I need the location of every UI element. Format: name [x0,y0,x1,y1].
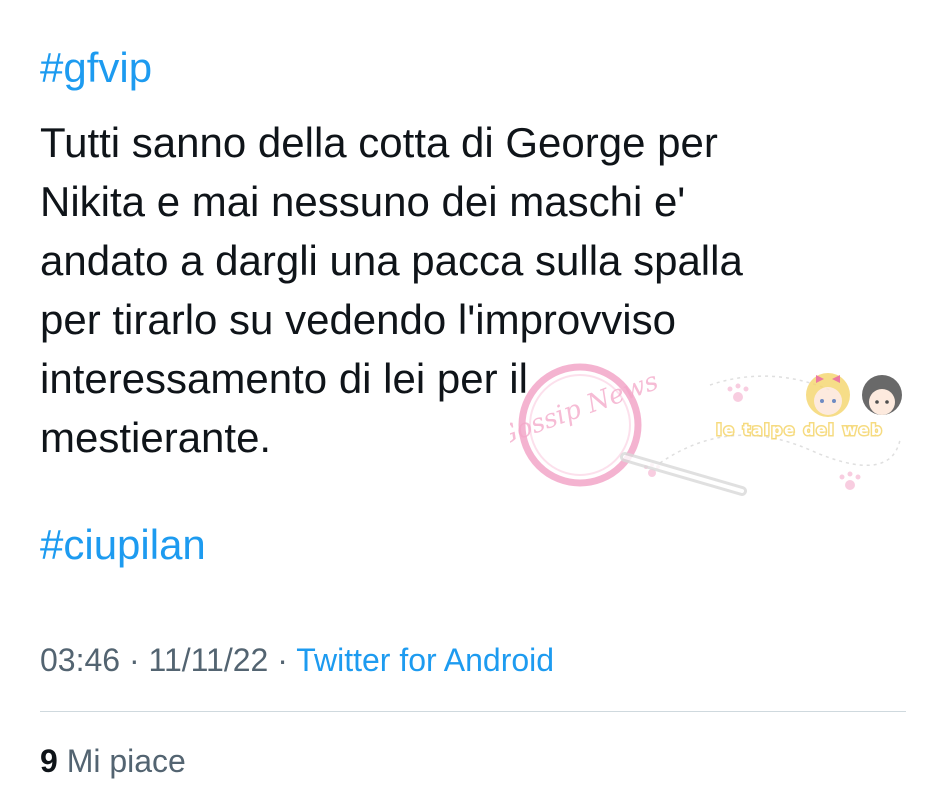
tweet-text: Tutti sanno della cotta di George per Ni… [40,113,920,467]
tweet-text-line: Tutti sanno della cotta di George per [40,119,718,166]
likes-label: Mi piace [66,743,186,779]
tweet-date[interactable]: 11/11/22 [149,642,269,678]
hashtag-gfvip-link[interactable]: #gfvip [40,44,152,92]
hashtag-ciupilan-link[interactable]: #ciupilan [40,521,206,569]
paw-print-icon [839,471,861,490]
likes-count: 9 [40,743,58,779]
tweet-text-line: per tirarlo su vedendo l'improvviso [40,296,676,343]
meta-separator: · [268,642,297,678]
likes-stat[interactable]: 9 Mi piace [40,739,186,783]
tweet-text-line: andato a dargli una pacca sulla spalla [40,237,743,284]
tweet-source-link[interactable]: Twitter for Android [296,642,554,678]
tweet-time[interactable]: 03:46 [40,642,120,678]
tweet-text-line: Nikita e mai nessuno dei maschi e' [40,178,686,225]
meta-separator: · [120,642,149,678]
tweet-text-line: mestierante. [40,414,272,461]
tweet-metadata: 03:46 · 11/11/22 · Twitter for Android [40,638,554,682]
tweet-text-line: interessamento di lei per il [40,355,528,402]
tweet-card: #gfvip Tutti sanno della cotta di George… [0,0,946,797]
divider [40,711,906,712]
